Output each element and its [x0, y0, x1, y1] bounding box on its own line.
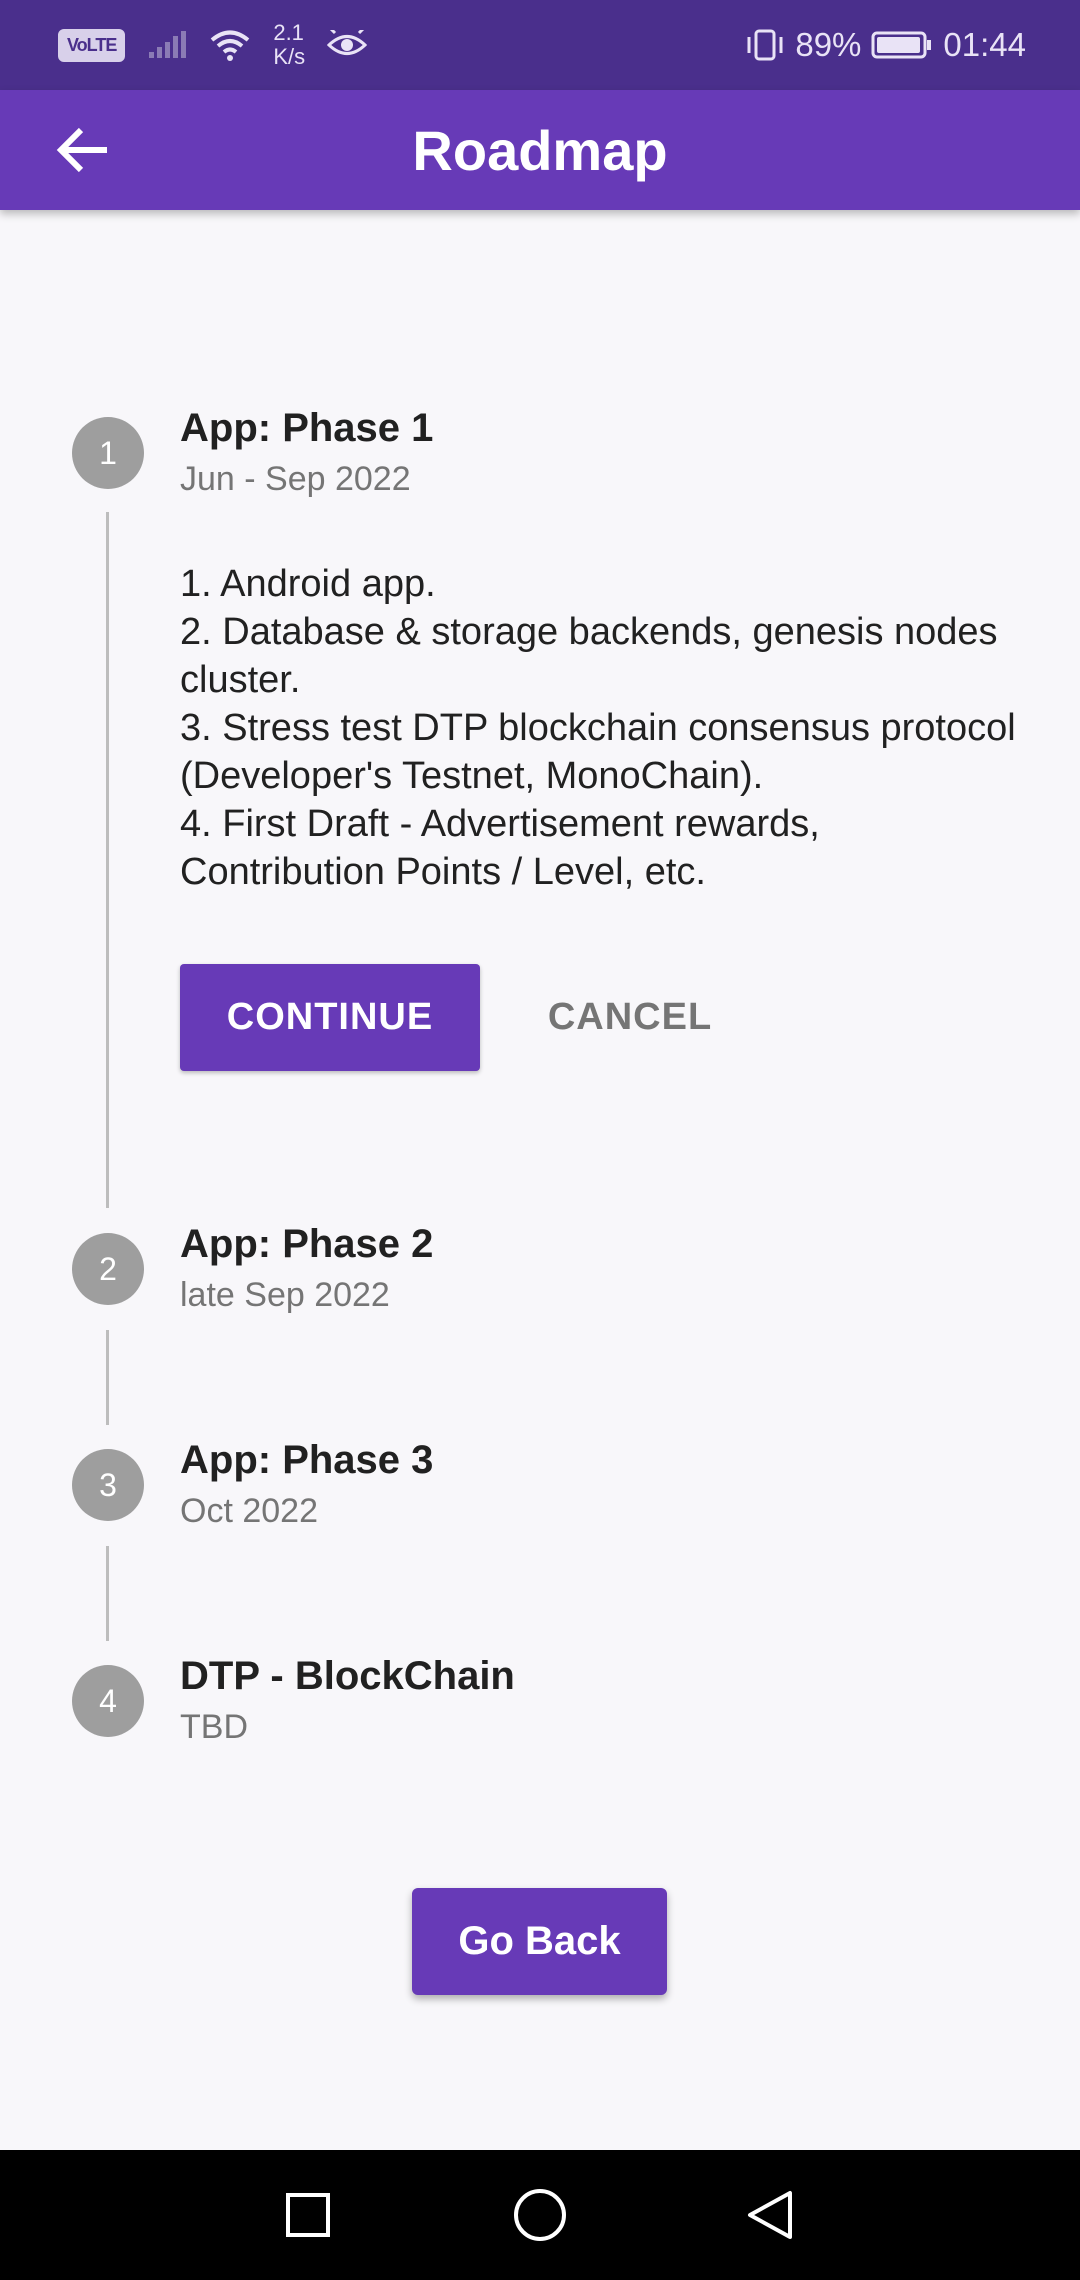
step-2-title[interactable]: App: Phase 2 — [180, 1222, 433, 1267]
step-3-subtitle: Oct 2022 — [180, 1492, 318, 1530]
status-bar: VoLTE 2.1 K/s 89% 01:44 — [0, 0, 1080, 90]
network-speed: 2.1 K/s — [273, 21, 305, 69]
signal-icon — [149, 31, 187, 58]
triangle-back-icon — [748, 2191, 792, 2239]
cancel-button[interactable]: CANCEL — [520, 964, 740, 1071]
status-bar-left: VoLTE 2.1 K/s — [58, 0, 368, 90]
vibrate-icon — [747, 29, 783, 61]
volte-icon: VoLTE — [58, 28, 126, 62]
nav-back-button[interactable] — [730, 2180, 810, 2250]
step-content-line: 1. Android app. — [180, 563, 436, 605]
step-2-indicator[interactable]: 2 — [72, 1233, 144, 1305]
step-3-title[interactable]: App: Phase 3 — [180, 1438, 433, 1483]
step-connector — [106, 1330, 109, 1425]
step-connector — [106, 512, 109, 1208]
network-speed-unit: K/s — [273, 44, 306, 69]
step-4-indicator[interactable]: 4 — [72, 1665, 144, 1737]
square-icon — [286, 2193, 330, 2237]
clock: 01:44 — [943, 26, 1026, 63]
step-1-subtitle: Jun - Sep 2022 — [180, 460, 411, 498]
eye-icon — [327, 30, 368, 55]
step-3-indicator[interactable]: 3 — [72, 1449, 144, 1521]
network-speed-value: 2.1 — [273, 20, 304, 45]
go-back-button[interactable]: Go Back — [412, 1888, 667, 1995]
step-1-content: 1. Android app. 2. Database & storage ba… — [180, 560, 1020, 896]
wifi-icon — [211, 30, 250, 61]
battery-icon — [871, 31, 932, 59]
battery-percent: 89% — [795, 26, 862, 63]
status-bar-right: 89% 01:44 — [745, 0, 1026, 90]
step-content-line: 2. Database & storage backends, genesis … — [180, 611, 998, 701]
step-1-title[interactable]: App: Phase 1 — [180, 406, 433, 451]
continue-button[interactable]: CONTINUE — [180, 964, 480, 1071]
app-bar: Roadmap — [0, 90, 1080, 210]
step-content-line: 4. First Draft - Advertisement rewards, … — [180, 803, 820, 893]
nav-home-button[interactable] — [500, 2180, 580, 2250]
step-1-indicator[interactable]: 1 — [72, 417, 144, 489]
step-4-title[interactable]: DTP - BlockChain — [180, 1654, 515, 1699]
circle-icon — [514, 2189, 566, 2241]
step-2-subtitle: late Sep 2022 — [180, 1276, 390, 1314]
step-4-subtitle: TBD — [180, 1708, 248, 1746]
page-title: Roadmap — [412, 119, 668, 182]
step-content-line: 3. Stress test DTP blockchain consensus … — [180, 707, 1016, 797]
step-connector — [106, 1546, 109, 1641]
nav-recents-button[interactable] — [268, 2180, 348, 2250]
system-nav-bar — [0, 2150, 1080, 2280]
